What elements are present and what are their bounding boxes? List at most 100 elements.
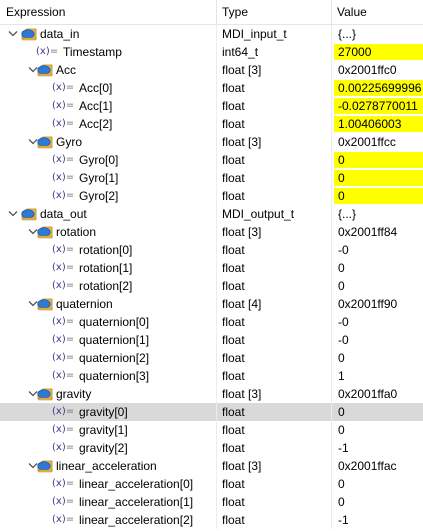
expression-cell: (x)= Acc[1] [0, 97, 216, 115]
expression-name: Gyro[1] [79, 171, 119, 185]
value-cell[interactable]: 1.00406003 [334, 116, 423, 132]
struct-icon [20, 26, 38, 42]
variable-icon: (x)= [52, 187, 74, 205]
table-row[interactable]: (x)= Acc[1] float -0.0278770011 [0, 97, 423, 115]
value-cell[interactable]: 0 [334, 404, 423, 420]
table-row[interactable]: (x)= rotation[2] float 0 [0, 277, 423, 295]
column-divider [216, 295, 217, 313]
value-cell[interactable]: -0 [334, 242, 423, 258]
table-row[interactable]: data_out MDI_output_t {...} [0, 205, 423, 223]
value-cell[interactable]: -0 [334, 314, 423, 330]
table-row[interactable]: (x)= linear_acceleration[0] float 0 [0, 475, 423, 493]
expression-name: linear_acceleration [56, 459, 157, 473]
value-cell[interactable]: {...} [334, 206, 423, 222]
variable-glyph: (x) [52, 172, 66, 183]
column-header-value[interactable]: Value [337, 0, 367, 24]
value-cell[interactable]: 0 [334, 170, 423, 186]
table-row[interactable]: (x)= Acc[0] float 0.00225699996 [0, 79, 423, 97]
column-header-expression[interactable]: Expression [6, 0, 65, 24]
table-row[interactable]: linear_acceleration float [3] 0x2001ffac [0, 457, 423, 475]
value-cell[interactable]: 0 [334, 350, 423, 366]
table-row[interactable]: (x)= Timestamp int64_t 27000 [0, 43, 423, 61]
variable-glyph: (x) [52, 118, 66, 129]
table-row[interactable]: (x)= Gyro[0] float 0 [0, 151, 423, 169]
value-cell[interactable]: -0 [334, 332, 423, 348]
column-divider[interactable] [331, 0, 332, 24]
table-row[interactable]: (x)= gravity[2] float -1 [0, 439, 423, 457]
table-row[interactable]: (x)= gravity[1] float 0 [0, 421, 423, 439]
table-row[interactable]: (x)= Acc[2] float 1.00406003 [0, 115, 423, 133]
variable-glyph: (x) [52, 496, 66, 507]
value-cell[interactable]: 0 [334, 494, 423, 510]
value-cell[interactable]: 0x2001ffac [334, 458, 423, 474]
value-cell[interactable]: 0x2001ffcc [334, 134, 423, 150]
column-divider [216, 25, 217, 43]
value-cell[interactable]: 0 [334, 278, 423, 294]
table-row[interactable]: (x)= gravity[0] float 0 [0, 403, 423, 421]
variable-glyph-equals: = [65, 172, 75, 183]
expression-name: Acc [56, 63, 77, 77]
type-cell: float [222, 261, 245, 275]
column-divider [331, 97, 332, 115]
table-row[interactable]: (x)= Gyro[1] float 0 [0, 169, 423, 187]
variable-icon: (x)= [52, 421, 74, 439]
value-cell[interactable]: -1 [334, 512, 423, 528]
value-cell[interactable]: 0 [334, 188, 423, 204]
column-divider [216, 133, 217, 151]
value-cell[interactable]: 0.00225699996 [334, 80, 423, 96]
column-divider [331, 79, 332, 97]
value-cell[interactable]: 0x2001ff84 [334, 224, 423, 240]
table-row[interactable]: (x)= linear_acceleration[1] float 0 [0, 493, 423, 511]
type-cell: float [222, 171, 245, 185]
column-divider [331, 241, 332, 259]
column-header-type[interactable]: Type [222, 0, 248, 24]
variable-icon: (x)= [52, 349, 74, 367]
value-cell[interactable]: 0x2001ffa0 [334, 386, 423, 402]
value-cell[interactable]: 0x2001ff90 [334, 296, 423, 312]
column-divider [216, 457, 217, 475]
expression-cell: data_in [0, 25, 216, 43]
table-row[interactable]: (x)= linear_acceleration[2] float -1 [0, 511, 423, 529]
table-row[interactable]: gravity float [3] 0x2001ffa0 [0, 385, 423, 403]
expression-cell: Acc [0, 61, 216, 79]
value-cell[interactable]: 0 [334, 152, 423, 168]
column-divider [216, 259, 217, 277]
value-cell[interactable]: -0.0278770011 [334, 98, 423, 114]
column-divider[interactable] [216, 0, 217, 24]
column-divider [216, 385, 217, 403]
value-cell[interactable]: 0 [334, 260, 423, 276]
value-cell[interactable]: 27000 [334, 44, 423, 60]
expression-name: data_out [40, 207, 87, 221]
chevron-down-icon[interactable] [7, 205, 19, 223]
struct-icon [36, 62, 54, 78]
table-row[interactable]: (x)= quaternion[1] float -0 [0, 331, 423, 349]
table-row[interactable]: data_in MDI_input_t {...} [0, 25, 423, 43]
variable-icon: (x)= [52, 331, 74, 349]
table-row[interactable]: (x)= quaternion[0] float -0 [0, 313, 423, 331]
expression-cell: (x)= linear_acceleration[1] [0, 493, 216, 511]
value-cell[interactable]: {...} [334, 26, 423, 42]
expression-name: Gyro [56, 135, 83, 149]
expression-cell: gravity [0, 385, 216, 403]
table-row[interactable]: (x)= quaternion[3] float 1 [0, 367, 423, 385]
table-row[interactable]: rotation float [3] 0x2001ff84 [0, 223, 423, 241]
table-row[interactable]: (x)= Gyro[2] float 0 [0, 187, 423, 205]
value-cell[interactable]: 0 [334, 476, 423, 492]
table-row[interactable]: Gyro float [3] 0x2001ffcc [0, 133, 423, 151]
expression-cell: data_out [0, 205, 216, 223]
value-cell[interactable]: -1 [334, 440, 423, 456]
chevron-down-icon[interactable] [7, 25, 19, 43]
value-cell[interactable]: 0 [334, 422, 423, 438]
table-row[interactable]: (x)= quaternion[2] float 0 [0, 349, 423, 367]
table-row[interactable]: quaternion float [4] 0x2001ff90 [0, 295, 423, 313]
table-row[interactable]: (x)= rotation[1] float 0 [0, 259, 423, 277]
type-cell: float [222, 495, 245, 509]
expression-name: gravity[0] [79, 405, 128, 419]
value-cell[interactable]: 0x2001ffc0 [334, 62, 423, 78]
expression-cell: (x)= gravity[0] [0, 403, 216, 421]
expression-cell: quaternion [0, 295, 216, 313]
table-row[interactable]: Acc float [3] 0x2001ffc0 [0, 61, 423, 79]
expression-cell: (x)= rotation[1] [0, 259, 216, 277]
value-cell[interactable]: 1 [334, 368, 423, 384]
table-row[interactable]: (x)= rotation[0] float -0 [0, 241, 423, 259]
